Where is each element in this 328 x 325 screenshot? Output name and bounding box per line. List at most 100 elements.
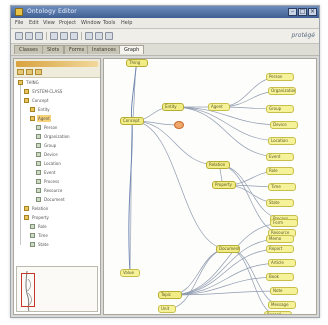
- graph-node[interactable]: Agent: [208, 103, 230, 111]
- tree-item[interactable]: Process: [14, 178, 100, 185]
- tab-bar: Classes Slots Forms Instances Graph: [11, 44, 319, 56]
- minimap-viewport[interactable]: [21, 273, 35, 307]
- expand-class-button[interactable]: [35, 69, 42, 75]
- search-icon[interactable]: [105, 32, 113, 40]
- menu-window[interactable]: Window: [81, 19, 101, 27]
- tree-item[interactable]: Agent: [14, 115, 100, 122]
- graph-node[interactable]: Topic: [158, 291, 182, 299]
- tree-item-label: Location: [44, 161, 61, 166]
- class-leaf-icon: [36, 179, 41, 184]
- graph-node[interactable]: Message: [268, 301, 296, 309]
- minimize-button[interactable]: –: [288, 8, 297, 16]
- tree-item[interactable]: Group: [14, 142, 100, 149]
- tab-slots[interactable]: Slots: [42, 45, 65, 54]
- tree-item[interactable]: Role: [14, 223, 100, 230]
- class-leaf-icon: [30, 233, 35, 238]
- graph-node[interactable]: Role: [266, 167, 294, 175]
- graph-node[interactable]: Property: [212, 181, 236, 189]
- tree-item[interactable]: Organization: [14, 133, 100, 140]
- graph-node[interactable]: Unit: [158, 305, 176, 313]
- graph-node[interactable]: Record: [264, 311, 292, 314]
- tree-item[interactable]: Location: [14, 160, 100, 167]
- graph-node[interactable]: Location: [268, 137, 296, 145]
- tree-item[interactable]: THING: [14, 79, 100, 86]
- cut-icon[interactable]: [50, 32, 58, 40]
- graph-overview-minimap[interactable]: [16, 266, 98, 312]
- graph-node[interactable]: Organization: [268, 87, 296, 95]
- folder-icon: [24, 215, 29, 220]
- class-browser-header: [14, 59, 100, 78]
- tree-item[interactable]: Entity: [14, 106, 100, 113]
- maximize-button[interactable]: □: [298, 8, 307, 16]
- menu-project[interactable]: Project: [59, 19, 76, 27]
- tree-item[interactable]: Device: [14, 151, 100, 158]
- graph-node[interactable]: Device: [270, 121, 298, 129]
- menu-help[interactable]: Help: [121, 19, 132, 27]
- tree-item-label: Event: [44, 170, 56, 175]
- menu-bar: File Edit View Project Window Tools Help: [11, 18, 319, 29]
- tree-item[interactable]: Relation: [14, 205, 100, 212]
- tree-item[interactable]: Property: [14, 214, 100, 221]
- tree-item[interactable]: Concept: [14, 97, 100, 104]
- tree-item[interactable]: SYSTEM-CLASS: [14, 88, 100, 95]
- graph-edge: [169, 222, 285, 296]
- undo-icon[interactable]: [85, 32, 93, 40]
- tree-item[interactable]: Person: [14, 124, 100, 131]
- tree-item[interactable]: State: [14, 241, 100, 248]
- tree-item-label: Relation: [32, 206, 49, 211]
- tree-item-label: Role: [38, 224, 47, 229]
- selected-graph-node[interactable]: [174, 121, 184, 129]
- tab-classes[interactable]: Classes: [14, 45, 43, 54]
- graph-node[interactable]: Relation: [206, 161, 230, 169]
- add-class-button[interactable]: [17, 69, 24, 75]
- graph-node[interactable]: Book: [266, 273, 294, 281]
- graph-node[interactable]: Memo: [266, 235, 294, 243]
- app-icon: [15, 8, 23, 16]
- graph-node[interactable]: Form: [270, 219, 298, 227]
- graph-node[interactable]: Person: [266, 73, 294, 81]
- toolbar-divider: [46, 32, 47, 40]
- copy-icon[interactable]: [60, 32, 68, 40]
- close-button[interactable]: ×: [308, 8, 317, 16]
- class-leaf-icon: [36, 152, 41, 157]
- tree-item-label: SYSTEM-CLASS: [32, 89, 63, 94]
- tab-graph[interactable]: Graph: [119, 45, 145, 54]
- tree-item[interactable]: Resource: [14, 187, 100, 194]
- graph-canvas[interactable]: Thing Concept Entity Agent Person Organizatio…: [103, 58, 317, 315]
- graph-node[interactable]: State: [266, 199, 294, 207]
- tree-item[interactable]: Time: [14, 232, 100, 239]
- tree-item-label: Person: [44, 125, 58, 130]
- graph-node[interactable]: Group: [266, 105, 294, 113]
- new-project-icon[interactable]: [15, 32, 23, 40]
- graph-node[interactable]: Report: [266, 245, 294, 253]
- class-browser-title-bar: [16, 61, 98, 67]
- graph-node[interactable]: Event: [266, 153, 294, 161]
- class-leaf-icon: [36, 125, 41, 130]
- delete-class-button[interactable]: [26, 69, 33, 75]
- graph-node[interactable]: Value: [120, 269, 140, 277]
- menu-edit[interactable]: Edit: [29, 19, 39, 27]
- menu-tools[interactable]: Tools: [103, 19, 115, 27]
- menu-file[interactable]: File: [15, 19, 23, 27]
- graph-node[interactable]: Article: [268, 259, 296, 267]
- class-leaf-icon: [36, 161, 41, 166]
- tree-item-label: Organization: [44, 134, 70, 139]
- tab-instances[interactable]: Instances: [87, 45, 121, 54]
- tree-item-label: Entity: [38, 107, 50, 112]
- menu-view[interactable]: View: [43, 19, 55, 27]
- graph-node[interactable]: Thing: [126, 59, 148, 67]
- paste-icon[interactable]: [70, 32, 78, 40]
- graph-node[interactable]: Entity: [162, 103, 184, 111]
- tab-forms[interactable]: Forms: [64, 45, 90, 54]
- redo-icon[interactable]: [95, 32, 103, 40]
- graph-node[interactable]: Document: [216, 245, 240, 253]
- graph-node[interactable]: Concept: [120, 117, 144, 125]
- open-project-icon[interactable]: [25, 32, 33, 40]
- tree-item[interactable]: Event: [14, 169, 100, 176]
- save-project-icon[interactable]: [35, 32, 43, 40]
- graph-node[interactable]: Note: [270, 287, 298, 295]
- title-bar[interactable]: Ontology Editor – □ ×: [11, 6, 319, 18]
- class-leaf-icon: [36, 134, 41, 139]
- graph-node[interactable]: Time: [268, 183, 296, 191]
- tree-item[interactable]: Document: [14, 196, 100, 203]
